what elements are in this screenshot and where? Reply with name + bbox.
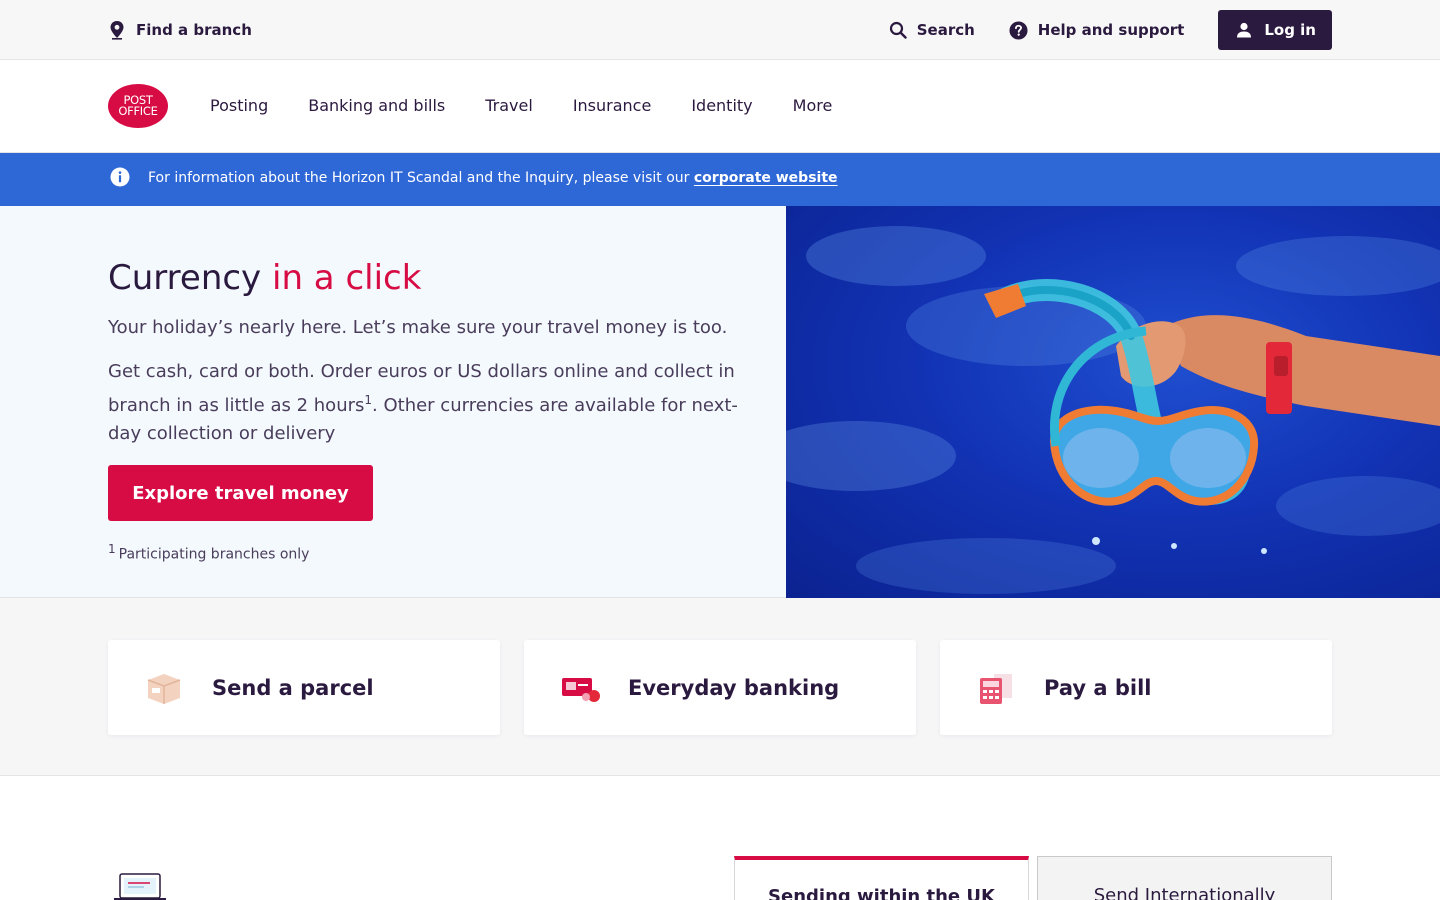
login-button[interactable]: Log in [1218, 10, 1332, 50]
banner-message: For information about the Horizon IT Sca… [148, 170, 838, 186]
laptop-icon [114, 873, 166, 900]
footnote-ref: 1 [364, 393, 373, 407]
main-navigation: POST OFFICE Posting Banking and bills Tr… [0, 60, 1440, 153]
send-a-parcel-label: Send a parcel [212, 675, 374, 700]
location-pin-icon [110, 21, 124, 40]
utility-bar: Find a branch Search Help and support Lo… [0, 0, 1440, 60]
search-label: Search [916, 21, 975, 39]
banking-card-icon [562, 677, 600, 702]
sending-section: Sending within the UK Send International… [0, 776, 1440, 900]
nav-item-more[interactable]: More [793, 96, 833, 115]
footnote: 1 Participating branches only [108, 542, 309, 563]
parcel-icon [147, 673, 181, 704]
hero-image [786, 206, 1440, 598]
quick-links: Send a parcel Everyday banking Pay a bil… [0, 598, 1440, 776]
search-link[interactable]: Search [889, 21, 975, 39]
user-icon [1237, 22, 1252, 38]
utility-actions: Search Help and support Log in [889, 10, 1332, 50]
calculator-bill-icon [980, 673, 1012, 704]
footnote-number: 1 [108, 542, 116, 556]
find-branch-link[interactable]: Find a branch [108, 18, 252, 42]
footnote-text: Participating branches only [118, 546, 310, 563]
post-office-logo[interactable]: POST OFFICE [108, 84, 168, 128]
search-icon [889, 21, 907, 39]
find-branch-label: Find a branch [136, 21, 252, 39]
corporate-website-link[interactable]: corporate website [694, 170, 838, 186]
hero-description: Get cash, card or both. Order euros or U… [108, 358, 758, 448]
everyday-banking-label: Everyday banking [628, 675, 840, 700]
help-icon [1009, 20, 1028, 40]
explore-travel-money-button[interactable]: Explore travel money [108, 465, 373, 521]
snorkel-mask-illustration [786, 226, 1440, 594]
pay-a-bill-label: Pay a bill [1044, 675, 1152, 700]
hero-content: Currency in a click Your holiday’s nearl… [0, 206, 786, 598]
pay-a-bill-card[interactable]: Pay a bill [940, 640, 1332, 735]
login-label: Log in [1264, 21, 1316, 39]
hero-intro: Your holiday’s nearly here. Let’s make s… [108, 317, 728, 338]
logo-line-2: OFFICE [118, 104, 158, 118]
hero-title-accent: in a click [272, 258, 422, 298]
send-a-parcel-card[interactable]: Send a parcel [108, 640, 500, 735]
nav-item-travel[interactable]: Travel [485, 96, 533, 115]
hero-title-plain: Currency [108, 258, 272, 298]
tab-send-internationally[interactable]: Send Internationally [1037, 856, 1332, 900]
banner-text: For information about the Horizon IT Sca… [148, 170, 694, 186]
nav-item-identity[interactable]: Identity [691, 96, 752, 115]
tab-sending-within-uk[interactable]: Sending within the UK [734, 856, 1029, 900]
help-support-label: Help and support [1037, 21, 1185, 39]
nav-item-insurance[interactable]: Insurance [573, 96, 652, 115]
info-icon [110, 167, 130, 187]
everyday-banking-card[interactable]: Everyday banking [524, 640, 916, 735]
help-support-link[interactable]: Help and support [1009, 20, 1185, 40]
nav-item-banking-and-bills[interactable]: Banking and bills [308, 96, 445, 115]
nav-items: Posting Banking and bills Travel Insuran… [210, 96, 872, 115]
info-banner: For information about the Horizon IT Sca… [0, 153, 1440, 206]
nav-item-posting[interactable]: Posting [210, 96, 268, 115]
hero-title: Currency in a click [108, 258, 421, 298]
